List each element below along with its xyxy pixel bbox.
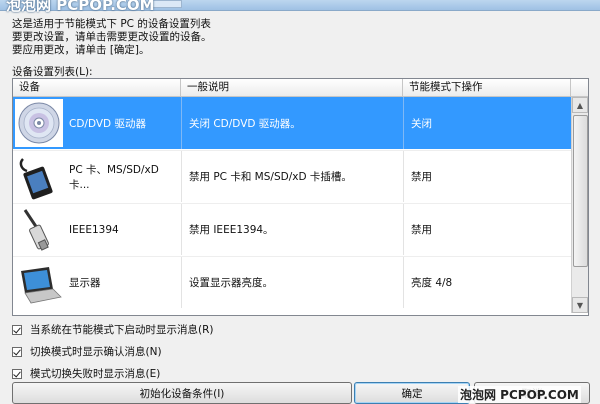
- list-row-ieee1394[interactable]: IEEE1394 禁用 IEEE1394。 禁用: [13, 203, 571, 255]
- cell-action: 禁用: [411, 224, 432, 236]
- scroll-down-icon[interactable]: ▼: [572, 297, 588, 313]
- cell-device: IEEE1394: [69, 223, 119, 236]
- cell-action: 亮度 4/8: [411, 277, 453, 289]
- cell-device: 显示器: [69, 277, 101, 289]
- device-list-label: 设备设置列表(L):: [12, 66, 93, 78]
- cell-device: CD/DVD 驱动器: [69, 117, 146, 130]
- list-scrollbar[interactable]: ▲ ▼: [571, 97, 588, 313]
- cell-description: 设置显示器亮度。: [189, 277, 273, 289]
- cell-device: PC 卡、MS/SD/xD 卡...: [69, 163, 159, 191]
- checkbox-box[interactable]: [12, 324, 22, 335]
- description: 这是适用于节能模式下 PC 的设备设置列表 要更改设置，请单击需要更改设置的设备…: [12, 18, 212, 57]
- list-header: 设备 一般说明 节能模式下操作: [13, 79, 588, 97]
- list-row-display[interactable]: 显示器 设置显示器亮度。 亮度 4/8: [13, 256, 571, 308]
- cell-description: 关闭 CD/DVD 驱动器。: [189, 117, 301, 130]
- header-description[interactable]: 一般说明: [181, 79, 403, 96]
- watermark-bottom: 泡泡网 PCPOP.COM: [458, 386, 581, 403]
- header-device[interactable]: 设备: [13, 79, 181, 96]
- scroll-thumb[interactable]: [573, 115, 588, 267]
- title-bar: 泡泡网 PCPOP.COM: [0, 0, 600, 14]
- ok-button[interactable]: 确定: [354, 382, 470, 404]
- list-row-pc-card[interactable]: PC 卡、MS/SD/xD 卡... 禁用 PC 卡和 MS/SD/xD 卡插槽…: [13, 150, 571, 202]
- cell-description: 禁用 PC 卡和 MS/SD/xD 卡插槽。: [189, 171, 352, 183]
- description-line-2: 要更改设置，请单击需要更改设置的设备。: [12, 31, 212, 43]
- checkbox-label: 切换模式时显示确认消息(N): [30, 346, 162, 358]
- checkbox-box[interactable]: [12, 346, 22, 357]
- description-line-1: 这是适用于节能模式下 PC 的设备设置列表: [12, 18, 211, 30]
- watermark-top: 泡泡网 PCPOP.COM: [6, 0, 155, 14]
- checkbox-box[interactable]: [12, 368, 22, 379]
- header-action[interactable]: 节能模式下操作: [403, 79, 571, 96]
- scroll-up-icon[interactable]: ▲: [572, 97, 588, 113]
- device-settings-list[interactable]: 设备 一般说明 节能模式下操作 CD/DVD 驱动器 关闭 CD/DVD 驱动器…: [12, 78, 589, 316]
- checkbox-label: 当系统在节能模式下启动时显示消息(R): [30, 324, 214, 336]
- cell-action: 禁用: [411, 171, 432, 183]
- checkbox-label: 模式切换失败时显示消息(E): [30, 368, 161, 380]
- list-row-cd-dvd[interactable]: CD/DVD 驱动器 关闭 CD/DVD 驱动器。 关闭: [13, 97, 571, 149]
- checkbox-confirm-message[interactable]: 切换模式时显示确认消息(N): [12, 344, 162, 359]
- description-line-3: 要应用更改，请单击 [确定]。: [12, 44, 150, 56]
- checkbox-fail-message[interactable]: 模式切换失败时显示消息(E): [12, 366, 160, 381]
- cell-description: 禁用 IEEE1394。: [189, 224, 274, 236]
- checkbox-startup-message[interactable]: 当系统在节能模式下启动时显示消息(R): [12, 322, 214, 337]
- cell-action: 关闭: [411, 117, 432, 130]
- init-device-button[interactable]: 初始化设备条件(I): [12, 382, 352, 404]
